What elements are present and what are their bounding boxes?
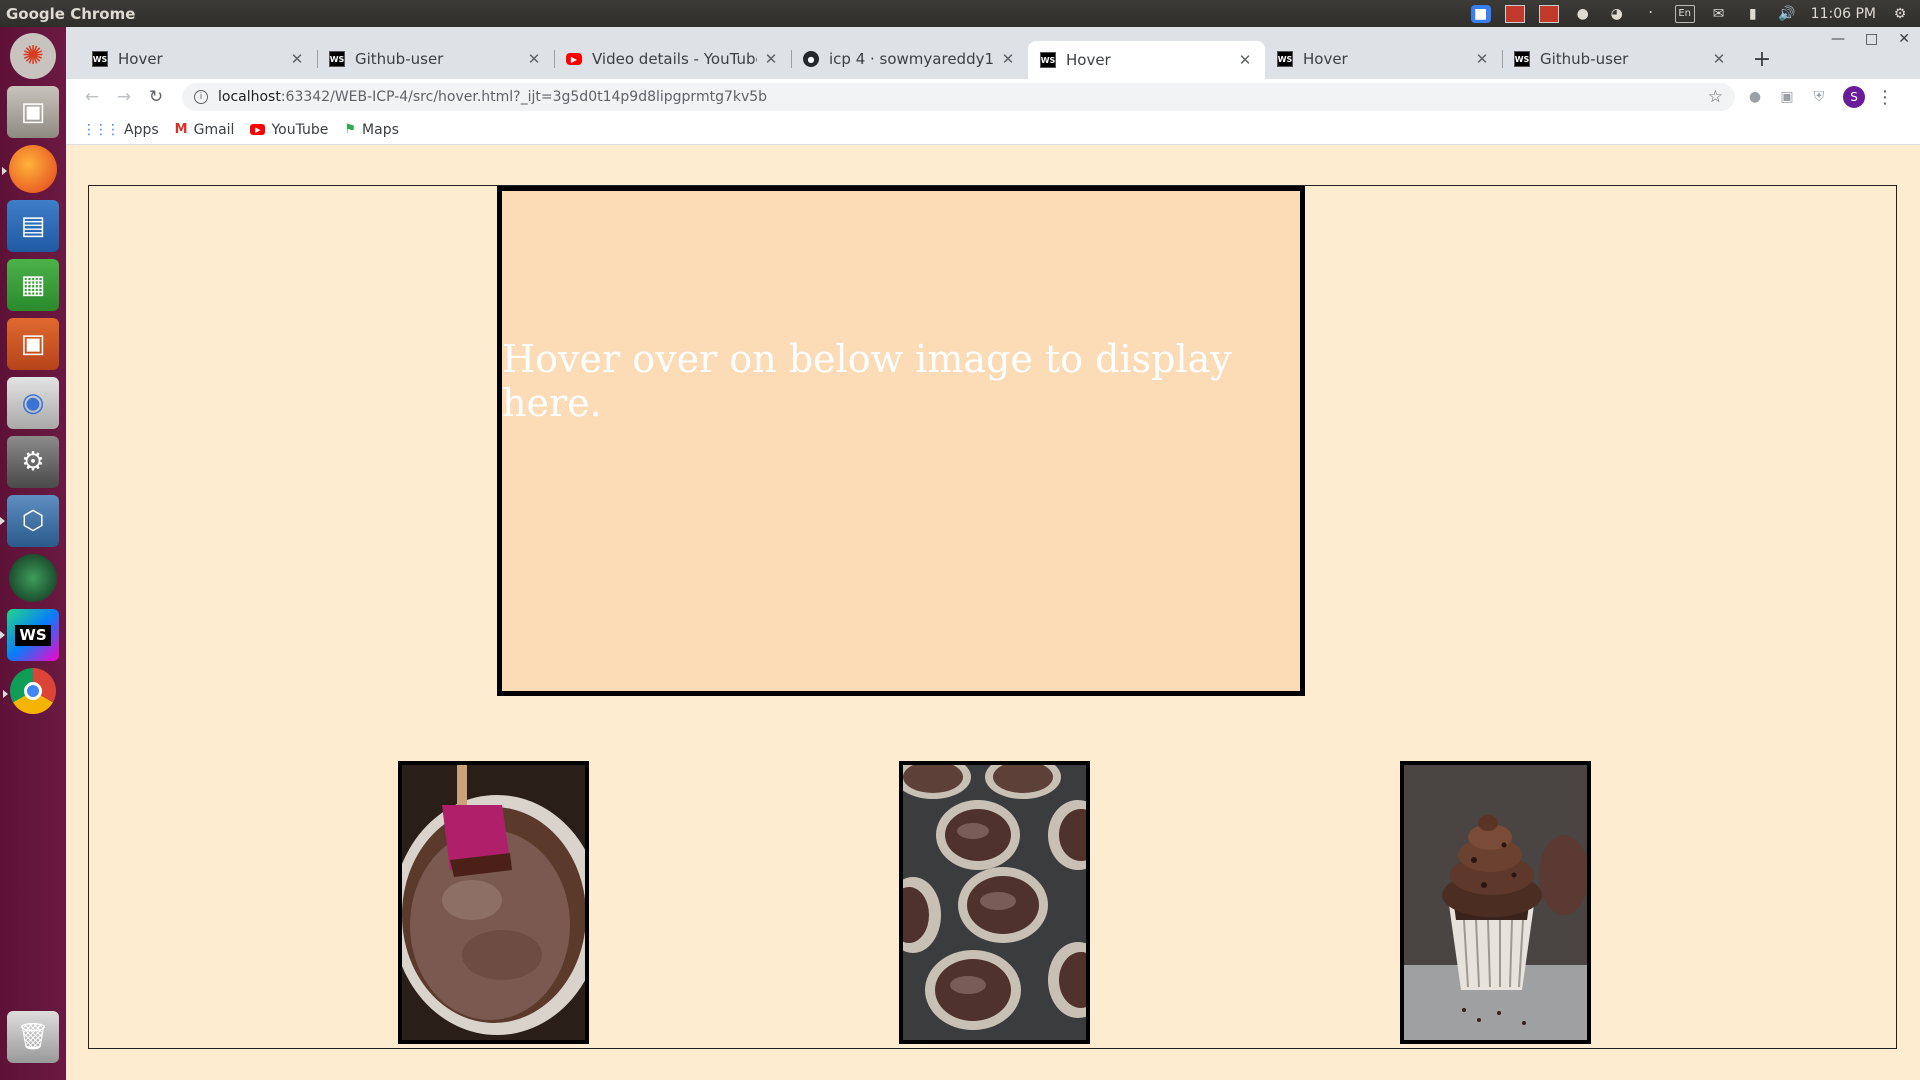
battery-icon[interactable]: ▮ [1743,5,1763,23]
tab-hover-3[interactable]: WS Hover ✕ [1265,41,1502,77]
webstorm-label: WS [15,624,51,646]
minimize-icon[interactable]: — [1831,31,1845,47]
bookmark-label: YouTube [271,121,329,138]
active-app-title: Google Chrome [6,4,136,23]
ubuntu-dash-icon[interactable]: ✺ [10,33,56,79]
gear-icon[interactable]: ⚙ [1890,5,1910,23]
tab-title: Hover [1303,50,1348,68]
tab-title: Github-user [1540,50,1629,68]
writer-icon[interactable]: ▤ [7,200,59,252]
bookmarks-bar: ⋮⋮⋮ Apps M Gmail ▶ YouTube ⚑ Maps [66,115,1920,145]
cupcake-tin-image[interactable] [899,761,1090,1044]
new-tab-button[interactable]: + [1747,44,1777,74]
bookmark-label: Maps [362,121,399,138]
tab-title: icp 4 · sowmyareddy14/W [829,50,994,68]
tab-github-user-1[interactable]: WS Github-user ✕ [317,41,554,77]
close-icon[interactable]: ✕ [1237,51,1253,69]
tab-github-icp4[interactable]: ● icp 4 · sowmyareddy14/W ✕ [791,41,1028,77]
bookmark-youtube[interactable]: ▶ YouTube [250,122,328,138]
tab-title: Video details - YouTube St [592,50,757,68]
webstorm-favicon-icon: WS [1277,51,1293,67]
indicator-icon[interactable] [1504,4,1525,23]
clock[interactable]: 11:06 PM [1811,6,1876,22]
tab-title: Hover [1066,51,1111,69]
files-icon[interactable]: ▣ [7,86,59,138]
impress-icon[interactable]: ▣ [7,318,59,370]
bluetooth-icon[interactable]: ᛫ [1641,5,1661,23]
bookmark-maps[interactable]: ⚑ Maps [344,122,399,138]
keyboard-layout[interactable]: En [1674,4,1695,23]
page-viewport: Hover over on below image to display her… [66,165,1920,1080]
mail-icon[interactable]: ✉ [1709,5,1729,23]
close-icon[interactable]: ✕ [1000,50,1016,68]
address-bar[interactable]: i localhost:63342/WEB-ICP-4/src/hover.ht… [182,83,1735,111]
trash-icon[interactable]: 🗑 [7,1011,59,1063]
globe-icon[interactable]: ● [1573,5,1593,23]
url-path: :63342/WEB-ICP-4/src/hover.html?_ijt=3g5… [280,89,768,105]
page-frame: Hover over on below image to display her… [88,185,1897,1049]
system-tray: ■ ● ◕ ᛫ En ✉ ▮ 🔊 11:06 PM ⚙ [1470,4,1920,23]
github-favicon-icon: ● [803,51,819,67]
close-icon[interactable]: ✕ [763,50,779,68]
software-center-icon[interactable]: ◉ [7,377,59,429]
reload-icon[interactable]: ↻ [142,83,170,111]
firefox-icon[interactable] [2,145,57,193]
close-window-icon[interactable]: ✕ [1898,31,1910,47]
bookmark-label: Gmail [193,121,235,138]
webstorm-favicon-icon: WS [1514,51,1530,67]
profile-avatar[interactable]: S [1843,86,1865,108]
tab-title: Hover [118,50,163,68]
menu-icon[interactable]: ⋮ [1873,85,1897,109]
display-text: Hover over on below image to display her… [502,337,1232,425]
forward-icon[interactable]: → [110,83,138,111]
indicator-icon-2[interactable] [1538,4,1559,23]
bookmark-apps[interactable]: ⋮⋮⋮ Apps [82,122,159,138]
chrome-window: WS Hover ✕ WS Github-user ✕ ▶ Video deta… [66,27,1920,1080]
tab-hover-active[interactable]: WS Hover ✕ [1028,41,1265,79]
top-panel: Google Chrome ■ ● ◕ ᛫ En ✉ ▮ 🔊 11:06 PM … [0,0,1920,27]
batter-bowl-image[interactable] [398,761,589,1044]
url-host: localhost [218,89,281,105]
tab-github-user-2[interactable]: WS Github-user ✕ [1502,41,1739,77]
globe-app-icon[interactable] [9,554,57,602]
webstorm-favicon-icon: WS [329,51,345,67]
maps-icon: ⚑ [344,122,357,137]
close-icon[interactable]: ✕ [1711,50,1727,68]
settings-icon[interactable]: ⚙ [7,436,59,488]
display-box: Hover over on below image to display her… [497,186,1305,696]
bookmark-gmail[interactable]: M Gmail [175,122,235,138]
close-icon[interactable]: ✕ [526,50,542,68]
close-icon[interactable]: ✕ [289,50,305,68]
wifi-icon[interactable]: ◕ [1607,5,1627,23]
tab-title: Github-user [355,50,444,68]
back-icon[interactable]: ← [78,83,106,111]
extension-icon-2[interactable]: ▣ [1775,85,1799,109]
webstorm-favicon-icon: WS [92,51,108,67]
virtualbox-icon[interactable]: ⬡ [0,495,59,547]
launcher: ✺ ▣ ▤ ▦ ▣ ◉ ⚙ ⬡ WS 🗑 [0,27,66,1080]
tab-hover-1[interactable]: WS Hover ✕ [80,41,317,77]
site-info-icon[interactable]: i [194,90,208,104]
apps-grid-icon: ⋮⋮⋮ [82,121,120,138]
gmail-icon: M [174,122,188,137]
youtube-icon: ▶ [250,124,266,135]
youtube-favicon-icon: ▶ [566,53,582,65]
webstorm-icon[interactable]: WS [0,609,59,661]
browser-toolbar: ← → ↻ i localhost:63342/WEB-ICP-4/src/ho… [66,79,1920,115]
webstorm-favicon-icon: WS [1040,52,1056,68]
close-icon[interactable]: ✕ [1474,50,1490,68]
zoom-icon[interactable]: ■ [1470,4,1491,23]
extension-icon-1[interactable]: ● [1743,85,1767,109]
bookmark-star-icon[interactable]: ☆ [1708,87,1723,107]
bookmark-label: Apps [124,121,159,138]
calc-icon[interactable]: ▦ [7,259,59,311]
shield-icon[interactable]: ⛨ [1807,85,1831,109]
maximize-icon[interactable]: □ [1865,31,1878,47]
tab-strip: WS Hover ✕ WS Github-user ✕ ▶ Video deta… [66,27,1920,79]
tab-youtube-video-details[interactable]: ▶ Video details - YouTube St ✕ [554,41,791,77]
window-controls: — □ ✕ [1831,31,1910,47]
volume-icon[interactable]: 🔊 [1777,5,1797,23]
frosted-cupcake-image[interactable] [1400,761,1591,1044]
chrome-icon[interactable] [3,668,56,714]
